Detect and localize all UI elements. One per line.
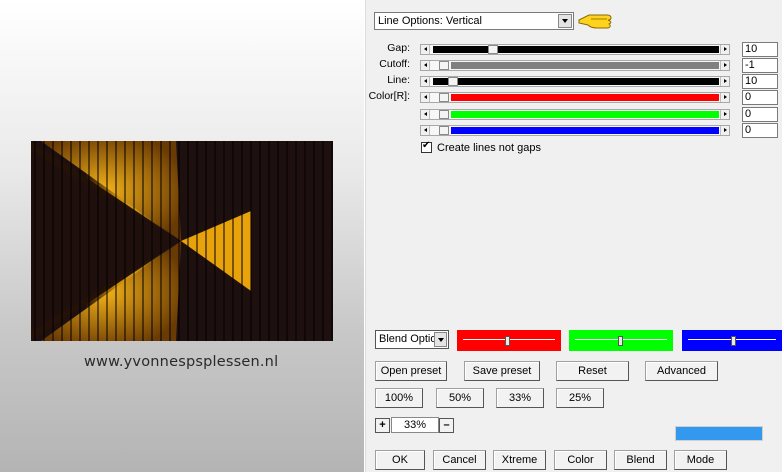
color-g-slider[interactable] — [420, 109, 730, 120]
red-blend-slider[interactable] — [457, 330, 561, 351]
color-r-label: Color[R]: — [368, 90, 410, 102]
ok-button[interactable]: OK — [375, 450, 425, 470]
reset-button[interactable]: Reset — [556, 361, 629, 381]
preview-image — [31, 141, 333, 341]
gap-value-field[interactable]: 10 — [742, 42, 778, 57]
arrow-left-icon[interactable] — [421, 110, 430, 119]
xtreme-button[interactable]: Xtreme — [493, 450, 546, 470]
slider-thumb[interactable] — [488, 45, 498, 54]
arrow-left-icon[interactable] — [421, 45, 430, 54]
zoom-50-button[interactable]: 50% — [436, 388, 484, 408]
create-lines-label: Create lines not gaps — [437, 142, 541, 154]
green-blend-slider[interactable] — [569, 330, 673, 351]
blend-options-dropdown[interactable]: Blend Options — [375, 330, 449, 349]
cutoff-label: Cutoff: — [379, 58, 410, 70]
arrow-left-icon[interactable] — [421, 61, 430, 70]
zoom-33-button[interactable]: 33% — [496, 388, 544, 408]
slider-track — [451, 62, 719, 69]
slider-thumb[interactable] — [731, 336, 736, 346]
slider-track — [433, 78, 719, 85]
color-r-value-field[interactable]: 0 — [742, 90, 778, 105]
slider-track — [451, 127, 719, 134]
color-indicator — [675, 426, 763, 441]
save-preset-button[interactable]: Save preset — [464, 361, 540, 381]
cutoff-slider[interactable] — [420, 60, 730, 71]
zoom-in-button[interactable]: + — [375, 418, 390, 433]
line-label: Line: — [387, 74, 410, 86]
blend-button[interactable]: Blend — [614, 450, 667, 470]
slider-thumb[interactable] — [618, 336, 623, 346]
watermark-text: www.yvonnespsplessen.nl — [84, 354, 279, 370]
slider-thumb[interactable] — [439, 93, 449, 102]
color-button[interactable]: Color — [554, 450, 607, 470]
pointing-hand-icon — [578, 14, 612, 29]
zoom-out-button[interactable]: – — [439, 418, 454, 433]
arrow-left-icon[interactable] — [421, 77, 430, 86]
arrow-right-icon[interactable] — [720, 110, 729, 119]
zoom-level-field[interactable]: 33% — [391, 417, 439, 433]
slider-thumb[interactable] — [439, 61, 449, 70]
arrow-left-icon[interactable] — [421, 93, 430, 102]
slider-track — [433, 46, 719, 53]
gap-label: Gap: — [387, 42, 410, 54]
cutoff-value-field[interactable]: -1 — [742, 58, 778, 73]
gap-slider[interactable] — [420, 44, 730, 55]
slider-thumb[interactable] — [448, 77, 458, 86]
line-slider[interactable] — [420, 76, 730, 87]
effect-preview — [31, 141, 333, 341]
color-b-value-field[interactable]: 0 — [742, 123, 778, 138]
color-r-slider[interactable] — [420, 92, 730, 103]
slider-thumb[interactable] — [439, 126, 449, 135]
arrow-right-icon[interactable] — [720, 45, 729, 54]
line-options-dropdown[interactable]: Line Options: Vertical — [374, 12, 574, 30]
panel-divider — [364, 0, 366, 472]
advanced-button[interactable]: Advanced — [645, 361, 718, 381]
arrow-right-icon[interactable] — [720, 77, 729, 86]
chevron-down-icon[interactable] — [558, 14, 572, 28]
open-preset-button[interactable]: Open preset — [375, 361, 447, 381]
color-g-value-field[interactable]: 0 — [742, 107, 778, 122]
line-value-field[interactable]: 10 — [742, 74, 778, 89]
arrow-left-icon[interactable] — [421, 126, 430, 135]
chevron-down-icon[interactable] — [434, 332, 447, 347]
slider-thumb[interactable] — [505, 336, 510, 346]
zoom-25-button[interactable]: 25% — [556, 388, 604, 408]
blue-blend-slider[interactable] — [682, 330, 782, 351]
slider-track — [451, 94, 719, 101]
arrow-right-icon[interactable] — [720, 61, 729, 70]
mode-button[interactable]: Mode — [674, 450, 727, 470]
line-options-value: Line Options: Vertical — [378, 15, 482, 27]
color-b-slider[interactable] — [420, 125, 730, 136]
slider-track — [451, 111, 719, 118]
arrow-right-icon[interactable] — [720, 93, 729, 102]
cancel-button[interactable]: Cancel — [433, 450, 486, 470]
blend-options-value: Blend Options — [379, 333, 435, 345]
slider-thumb[interactable] — [439, 110, 449, 119]
create-lines-checkbox[interactable] — [421, 140, 432, 153]
arrow-right-icon[interactable] — [720, 126, 729, 135]
zoom-100-button[interactable]: 100% — [375, 388, 423, 408]
